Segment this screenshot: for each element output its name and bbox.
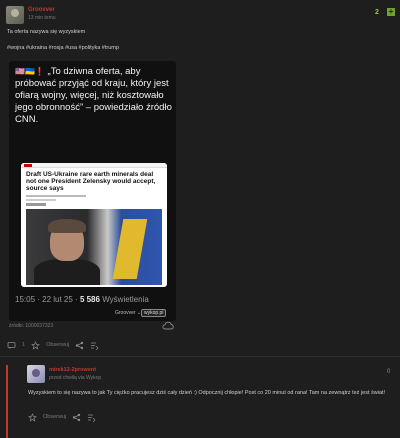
- cnn-byline: [26, 195, 86, 197]
- author-avatar[interactable]: [6, 6, 24, 24]
- comment-highlight-bar: [6, 365, 8, 438]
- cnn-date: [26, 199, 56, 201]
- photo-figure-body: [34, 259, 100, 285]
- entry-post: Groovver 13 min temu 2 + Ta oferta nazyw…: [0, 0, 400, 438]
- image-credit: Groovver ⌄: [115, 310, 142, 316]
- zelensky-photo: [26, 209, 162, 285]
- post-image[interactable]: 🇺🇸🇺🇦❗ „To dziwna oferta, aby próbować pr…: [9, 61, 176, 321]
- comment-more-icon[interactable]: [87, 413, 96, 422]
- vote-count: 2: [375, 9, 379, 16]
- flag-shape: [112, 219, 148, 279]
- more-icon[interactable]: [90, 341, 99, 350]
- tweet-time: 15:05 · 22 lut 25 ·: [15, 295, 80, 304]
- comment-favorite-star-icon[interactable]: [28, 412, 37, 422]
- favorite-star-icon[interactable]: [31, 340, 40, 350]
- image-quote: 🇺🇸🇺🇦❗ „To dziwna oferta, aby próbować pr…: [15, 66, 173, 126]
- tweet-views: 5 586: [79, 295, 100, 304]
- author-name[interactable]: Groovver: [28, 7, 55, 13]
- share-icon[interactable]: [75, 341, 84, 350]
- tweet-stats: 15:05 · 22 lut 25 · 5 586 Wyświetlenia: [15, 295, 149, 304]
- comment-time[interactable]: przed chwilą via Wykop: [49, 375, 101, 381]
- image-source[interactable]: źródło: 1000037323: [9, 323, 53, 329]
- comment-author-name[interactable]: mirek12-2prowent: [49, 367, 96, 373]
- cnn-screenshot: Draft US-Ukraine rare earth minerals dea…: [21, 163, 167, 287]
- cnn-logo-icon: [24, 164, 32, 167]
- flag-emojis: 🇺🇸🇺🇦❗: [15, 67, 45, 76]
- favorite-label[interactable]: Obserwuj: [46, 342, 69, 348]
- comment-share-icon[interactable]: [72, 413, 81, 422]
- comments-count[interactable]: 1: [22, 342, 25, 348]
- post-actions: 1 Obserwuj: [7, 340, 99, 350]
- post-tags[interactable]: #wojna #ukraina #rosja #usa #polityka #t…: [7, 45, 119, 51]
- photo-figure-hair: [48, 219, 86, 233]
- download-cloud-icon[interactable]: [162, 321, 174, 330]
- cnn-topbar: [21, 163, 167, 168]
- comment-vote-count: 0: [387, 369, 391, 375]
- post-text: Ta oferta nazywa się wyzyskiem: [7, 29, 86, 35]
- comment-author-avatar[interactable]: [27, 365, 45, 383]
- comment-actions: Obserwuj: [28, 412, 96, 422]
- comments-icon[interactable]: [7, 341, 16, 350]
- post-time[interactable]: 13 min temu: [28, 15, 56, 21]
- comment-text: Wyzyskiem to się nazywa to jak Ty ciężko…: [28, 390, 386, 396]
- cnn-headline: Draft US-Ukraine rare earth minerals dea…: [26, 171, 156, 192]
- tweet-views-label: Wyświetlenia: [99, 295, 149, 304]
- wykop-watermark: wykop.pl: [141, 309, 167, 317]
- plus-button[interactable]: +: [387, 8, 395, 16]
- cnn-share-icons: [26, 203, 46, 206]
- comment-favorite-label[interactable]: Obserwuj: [43, 414, 66, 420]
- section-divider: [0, 356, 400, 357]
